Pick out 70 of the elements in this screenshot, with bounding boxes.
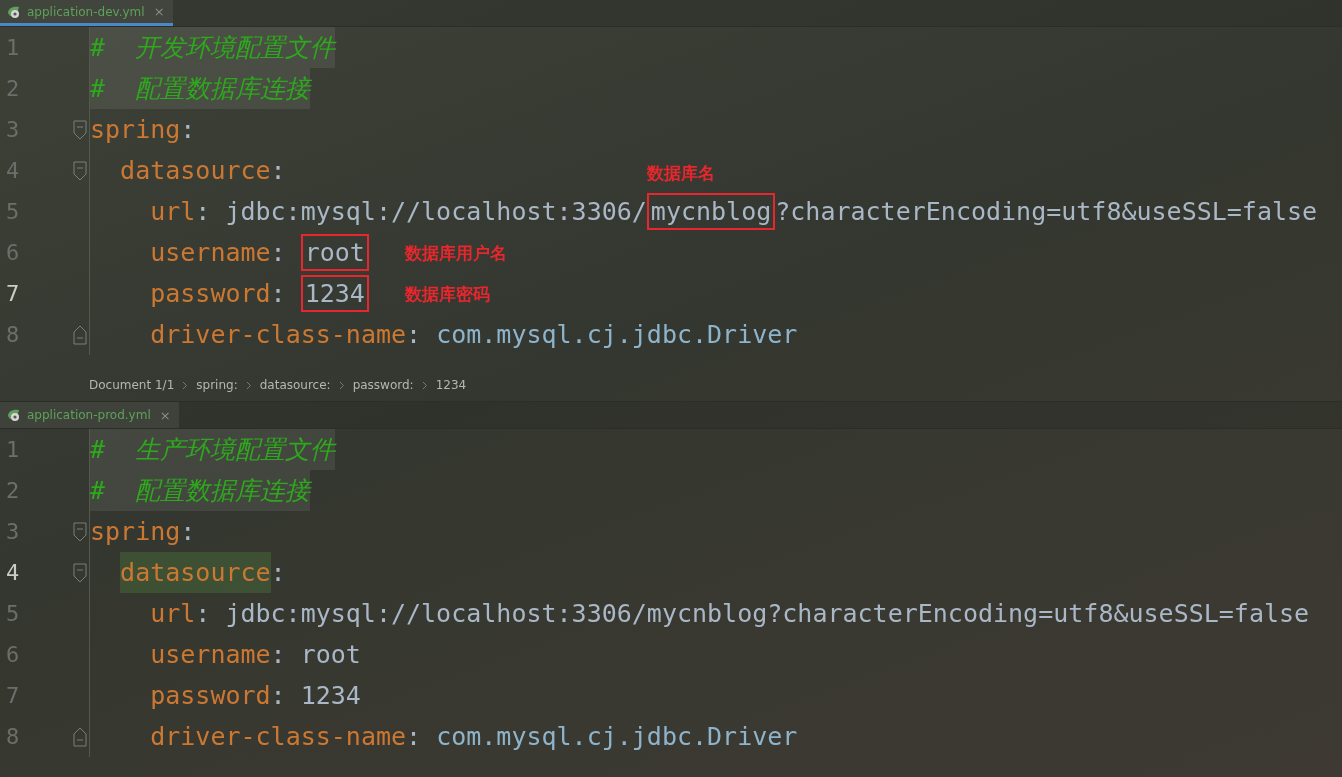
line-number: 4: [5, 560, 21, 585]
class-name: com.mysql.cj.jdbc.Driver: [436, 722, 798, 751]
line-number: 1: [5, 437, 21, 462]
annotation-label: 数据库密码: [404, 282, 490, 305]
chevron-icon: [338, 380, 345, 390]
fold-collapse-icon[interactable]: [72, 160, 87, 181]
spring-leaf-icon: [6, 408, 22, 422]
fold-end-icon[interactable]: [72, 324, 87, 345]
yaml-key: username: [150, 640, 271, 669]
line-number: 5: [5, 601, 21, 626]
code-comment: # 开发环境配置文件: [90, 27, 336, 68]
tab-label: application-prod.yml: [27, 408, 151, 422]
yaml-key: url: [150, 599, 196, 628]
colon: :: [270, 238, 286, 267]
chevron-icon: [182, 380, 189, 390]
colon: :: [406, 320, 422, 349]
colon: :: [406, 722, 422, 751]
line-number: 6: [5, 642, 21, 667]
fold-collapse-icon[interactable]: [72, 562, 87, 583]
colon: :: [270, 279, 286, 308]
code-comment: # 配置数据库连接: [90, 68, 311, 109]
colon: :: [195, 599, 211, 628]
colon: :: [180, 115, 196, 144]
line-number: 2: [5, 478, 21, 503]
yaml-key: driver-class-name: [150, 722, 407, 751]
yaml-value: ?characterEncoding=utf8&useSSL=false: [775, 197, 1318, 226]
breadcrumb-item[interactable]: spring:: [196, 378, 238, 392]
fold-end-icon[interactable]: [72, 726, 87, 747]
yaml-key: spring: [90, 517, 181, 546]
code-comment: # 配置数据库连接: [90, 470, 311, 511]
colon: :: [270, 558, 286, 587]
file-tab[interactable]: application-prod.yml ×: [0, 402, 179, 428]
annotation-label: 数据库用户名: [404, 241, 507, 264]
class-name: com.mysql.cj.jdbc.Driver: [436, 320, 798, 349]
yaml-key: password: [150, 279, 271, 308]
fold-collapse-icon[interactable]: [72, 119, 87, 140]
yaml-value: root: [300, 640, 361, 669]
colon: :: [180, 517, 196, 546]
file-tab[interactable]: application-dev.yml ×: [0, 0, 173, 26]
yaml-key: driver-class-name: [150, 320, 407, 349]
yaml-value: jdbc:mysql://localhost:3306/mycnblog?characterEncoding=utf8&useSSL=false: [225, 599, 1310, 628]
line-number: 7: [5, 281, 21, 306]
chevron-icon: [245, 380, 252, 390]
colon: :: [195, 197, 211, 226]
tab-label: application-dev.yml: [27, 4, 145, 19]
annotation-label: 数据库名: [646, 162, 715, 185]
colon: :: [270, 156, 286, 185]
line-number: 7: [5, 683, 21, 708]
yaml-value: 1234: [300, 681, 361, 710]
colon: :: [270, 640, 286, 669]
breadcrumb-item[interactable]: password:: [352, 378, 414, 392]
yaml-key: username: [150, 238, 271, 267]
yaml-key: datasource: [120, 156, 271, 185]
fold-collapse-icon[interactable]: [72, 521, 87, 542]
code-comment: # 生产环境配置文件: [90, 429, 336, 470]
breadcrumb-item[interactable]: 1234: [435, 378, 467, 392]
chevron-icon: [421, 380, 428, 390]
breadcrumb-item[interactable]: Document 1/1: [89, 378, 175, 392]
line-number: 8: [5, 724, 21, 749]
colon: :: [270, 681, 286, 710]
yaml-key: password: [150, 681, 271, 710]
line-number: 3: [5, 519, 21, 544]
close-icon[interactable]: ×: [153, 4, 165, 19]
yaml-key: url: [150, 197, 196, 226]
close-icon[interactable]: ×: [159, 407, 171, 423]
yaml-value: jdbc:mysql://localhost:3306/: [225, 197, 647, 226]
yaml-key: datasource: [120, 552, 271, 593]
yaml-key: spring: [90, 115, 181, 144]
spring-leaf-icon: [6, 4, 22, 19]
breadcrumb-item[interactable]: datasource:: [259, 378, 331, 392]
